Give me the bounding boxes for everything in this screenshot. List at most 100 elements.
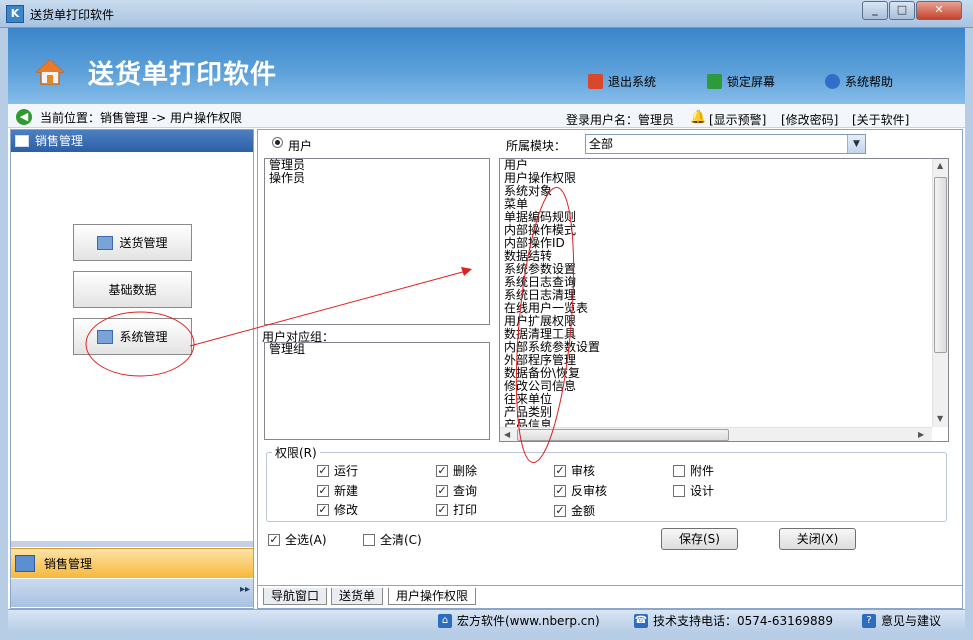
list-item[interactable]: 产品类别 — [500, 406, 932, 419]
status-company[interactable]: ⌂ 宏方软件(www.nberp.cn) — [438, 612, 600, 629]
permissions-group-label: 权限(R) — [272, 444, 320, 461]
sidebar-splitter[interactable] — [11, 541, 253, 547]
perm-amount-label: 金额 — [571, 504, 596, 518]
checkbox-box[interactable] — [673, 484, 685, 497]
vertical-scroll-thumb[interactable] — [934, 177, 947, 353]
tab-user-permissions[interactable]: 用户操作权限 — [388, 588, 477, 605]
list-item[interactable]: 往来单位 — [500, 393, 932, 406]
phone-icon: ☎ — [634, 613, 648, 628]
title-bar — [0, 0, 973, 28]
window-frame-right — [965, 28, 973, 640]
delivery-management-button[interactable]: 送货管理 — [73, 224, 192, 261]
change-password-link[interactable]: [修改密码] — [781, 111, 838, 128]
perm-attachment-checkbox[interactable]: 附件 — [673, 462, 714, 479]
status-feedback[interactable]: ? 意见与建议 — [862, 612, 941, 629]
perm-delete-checkbox[interactable]: ✓ 删除 — [436, 462, 477, 479]
checkbox-box[interactable]: ✓ — [436, 464, 448, 477]
checkbox-box[interactable]: ✓ — [317, 503, 329, 516]
perm-delete-label: 删除 — [453, 464, 478, 478]
perm-amount-checkbox[interactable]: ✓ 金额 — [554, 502, 595, 519]
list-item[interactable]: 管理组 — [265, 343, 489, 356]
chevron-right-icon[interactable]: ▸▸ — [240, 584, 250, 595]
system-management-button[interactable]: 系统管理 — [73, 318, 192, 355]
window-frame-bottom — [0, 632, 973, 640]
status-phone-label: 技术支持电话：0574-63169889 — [653, 614, 833, 628]
save-button[interactable]: 保存(S) — [661, 528, 738, 550]
minimize-button[interactable]: _ — [862, 1, 888, 20]
list-item[interactable]: 产品信息 — [500, 419, 932, 428]
tab-delivery-note[interactable]: 送货单 — [331, 588, 384, 605]
list-item[interactable]: 修改公司信息 — [500, 380, 932, 393]
window-title: 送货单打印软件 — [30, 8, 115, 22]
sidebar — [10, 129, 254, 609]
perm-attachment-label: 附件 — [690, 464, 715, 478]
perm-design-checkbox[interactable]: 设计 — [673, 482, 714, 499]
checkbox-box[interactable]: ✓ — [317, 464, 329, 477]
perm-run-checkbox[interactable]: ✓ 运行 — [317, 462, 358, 479]
perm-unapprove-label: 反审核 — [571, 484, 608, 498]
back-arrow-icon[interactable]: ◀ — [16, 109, 32, 125]
question-icon: ? — [862, 613, 876, 628]
horizontal-scrollbar[interactable]: ◀ ▶ — [500, 427, 932, 441]
list-item[interactable]: 操作员 — [265, 172, 489, 185]
scroll-down-icon[interactable]: ▼ — [937, 414, 943, 423]
module-select[interactable]: 全部 — [585, 134, 866, 154]
list-item[interactable]: 内部操作ID — [500, 237, 932, 250]
groups-list[interactable]: 管理组 — [264, 342, 490, 440]
maximize-button[interactable]: □ — [889, 1, 915, 20]
show-warning-link[interactable]: [显示预警] — [709, 111, 766, 128]
app-heading: 送货单打印软件 — [88, 60, 278, 90]
select-all-checkbox[interactable]: ✓ 全选(A) — [268, 531, 327, 548]
system-management-icon — [97, 329, 114, 344]
checkbox-box[interactable] — [363, 533, 375, 546]
perm-approve-label: 审核 — [571, 464, 596, 478]
checkbox-box[interactable]: ✓ — [436, 503, 448, 516]
system-help-link[interactable]: 系统帮助 — [825, 73, 893, 90]
checkbox-box[interactable]: ✓ — [268, 533, 280, 546]
perm-approve-checkbox[interactable]: ✓ 审核 — [554, 462, 595, 479]
scroll-right-icon[interactable]: ▶ — [918, 430, 924, 439]
perm-query-label: 查询 — [453, 484, 478, 498]
checkbox-box[interactable]: ✓ — [317, 484, 329, 497]
users-list[interactable]: 管理员 操作员 — [264, 158, 490, 325]
close-window-button[interactable]: ✕ — [916, 1, 962, 20]
scroll-up-icon[interactable]: ▲ — [937, 161, 943, 170]
home-small-icon: ⌂ — [438, 613, 452, 628]
scroll-left-icon[interactable]: ◀ — [504, 430, 510, 439]
perm-design-label: 设计 — [690, 484, 715, 498]
status-feedback-label: 意见与建议 — [881, 614, 942, 628]
vertical-scrollbar[interactable]: ▲ ▼ — [932, 159, 948, 427]
list-item[interactable]: 用户操作权限 — [500, 172, 932, 185]
checkbox-box[interactable] — [673, 464, 685, 477]
basic-data-button[interactable]: 基础数据 — [73, 271, 192, 308]
list-item[interactable]: 系统对象 — [500, 185, 932, 198]
perm-query-checkbox[interactable]: ✓ 查询 — [436, 482, 477, 499]
bell-icon: 🔔 — [690, 110, 707, 125]
horizontal-scroll-thumb[interactable] — [517, 429, 729, 441]
exit-system-link[interactable]: 退出系统 — [588, 73, 656, 90]
modules-list-items: 用户 用户操作权限 系统对象 菜单 单据编码规则 内部操作模式 内部操作ID 数… — [500, 159, 932, 427]
status-company-label: 宏方软件(www.nberp.cn) — [457, 614, 600, 628]
exit-icon — [588, 74, 603, 89]
checkbox-box[interactable]: ✓ — [554, 504, 566, 517]
lock-screen-link[interactable]: 锁定屏幕 — [707, 73, 775, 90]
tab-navigation[interactable]: 导航窗口 — [263, 588, 328, 605]
close-form-button[interactable]: 关闭(X) — [779, 528, 856, 550]
sidebar-bottom-tab[interactable]: 销售管理 — [11, 548, 253, 578]
select-all-label: 全选(A) — [285, 533, 327, 547]
perm-print-checkbox[interactable]: ✓ 打印 — [436, 501, 477, 518]
perm-unapprove-checkbox[interactable]: ✓ 反审核 — [554, 482, 607, 499]
checkbox-box[interactable]: ✓ — [554, 484, 566, 497]
checkbox-box[interactable]: ✓ — [436, 484, 448, 497]
home-icon — [36, 58, 64, 85]
perm-modify-checkbox[interactable]: ✓ 修改 — [317, 501, 358, 518]
modules-list[interactable]: 用户 用户操作权限 系统对象 菜单 单据编码规则 内部操作模式 内部操作ID 数… — [499, 158, 949, 442]
about-software-link[interactable]: [关于软件] — [852, 111, 909, 128]
sidebar-overflow-bar — [11, 579, 253, 607]
checkbox-box[interactable]: ✓ — [554, 464, 566, 477]
perm-new-checkbox[interactable]: ✓ 新建 — [317, 482, 358, 499]
clear-all-checkbox[interactable]: 全清(C) — [363, 531, 422, 548]
chevron-down-icon[interactable]: ▼ — [847, 135, 865, 153]
breadcrumb: 当前位置：销售管理 -> 用户操作权限 — [40, 111, 243, 125]
user-radio[interactable] — [272, 137, 283, 148]
